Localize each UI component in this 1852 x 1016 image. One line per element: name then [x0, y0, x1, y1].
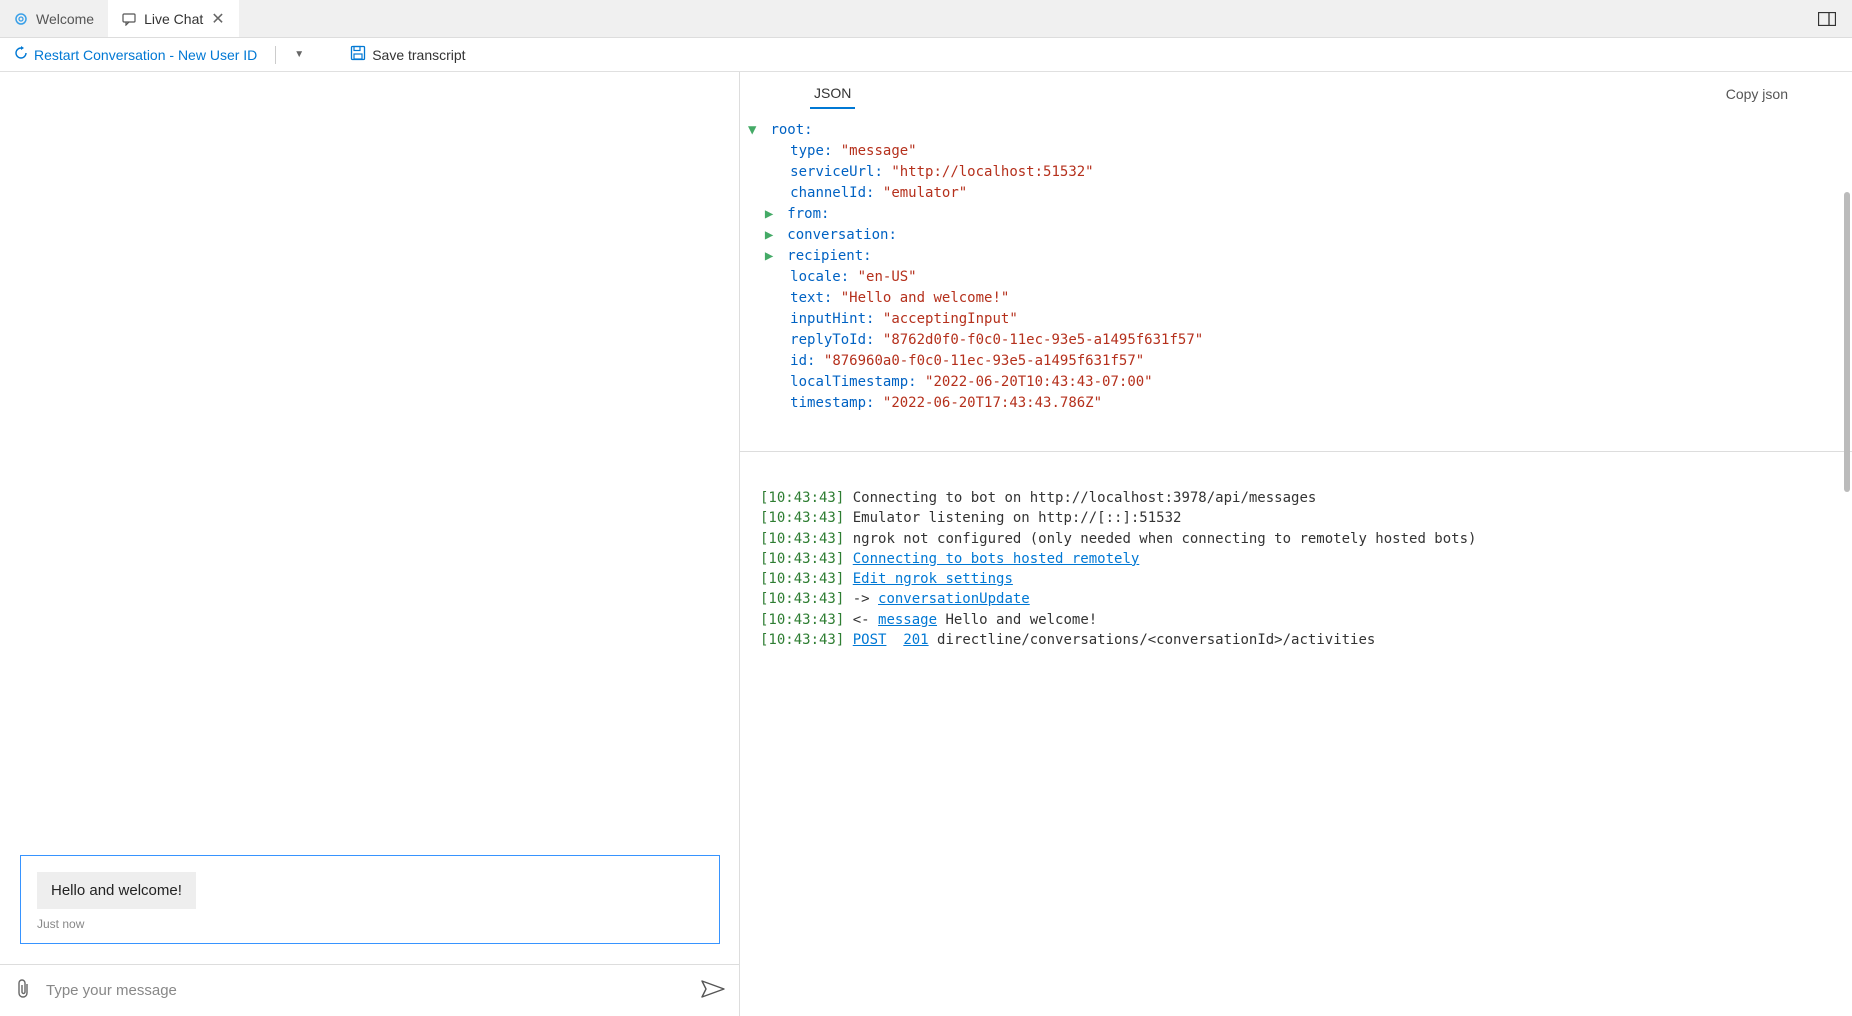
log-line: [10:43:43] <- message Hello and welcome!: [760, 610, 1832, 630]
caret-down-icon[interactable]: ▼: [748, 120, 762, 141]
log-line: [10:43:43] ngrok not configured (only ne…: [760, 529, 1832, 549]
tab-label: Live Chat: [144, 11, 203, 27]
log-link[interactable]: message: [878, 612, 937, 628]
save-transcript-button[interactable]: Save transcript: [350, 45, 465, 64]
log-text: Hello and welcome!: [937, 612, 1097, 628]
json-viewer[interactable]: ▼ root: type: "message" serviceUrl: "htt…: [740, 116, 1852, 452]
tab-live-chat[interactable]: Live Chat ✕: [108, 0, 239, 37]
tab-welcome[interactable]: Welcome: [0, 0, 108, 37]
log-text: Emulator listening on http://[::]:51532: [844, 510, 1181, 526]
restart-label: Restart Conversation - New User ID: [34, 47, 257, 63]
log-line: [10:43:43] POST 201 directline/conversat…: [760, 630, 1832, 650]
log-link[interactable]: Edit ngrok settings: [853, 571, 1013, 587]
log-timestamp: [10:43:43]: [760, 490, 844, 506]
chevron-down-icon[interactable]: ▼: [294, 49, 304, 60]
save-icon: [350, 45, 366, 64]
inspector-column: JSON Copy json ▼ root: type: "message" s…: [740, 72, 1852, 1016]
log-timestamp: [10:43:43]: [760, 612, 844, 628]
message-timestamp: Just now: [37, 917, 703, 931]
log-link[interactable]: POST: [853, 632, 887, 648]
log-panel[interactable]: [10:43:43] Connecting to bot on http://l…: [740, 452, 1852, 1016]
log-link[interactable]: conversationUpdate: [878, 591, 1030, 607]
log-link[interactable]: 201: [903, 632, 928, 648]
log-text: [886, 632, 903, 648]
toolbar: Restart Conversation - New User ID ▼ Sav…: [0, 38, 1852, 72]
log-timestamp: [10:43:43]: [760, 591, 844, 607]
chat-column: Hello and welcome! Just now: [0, 72, 740, 1016]
log-text: Connecting to bot on http://localhost:39…: [844, 490, 1316, 506]
restart-conversation-button[interactable]: Restart Conversation - New User ID: [14, 46, 257, 63]
composer: [0, 964, 739, 1016]
tab-bar: Welcome Live Chat ✕: [0, 0, 1852, 38]
caret-right-icon[interactable]: ▶: [765, 204, 779, 225]
refresh-icon: [14, 46, 28, 63]
json-header: JSON Copy json: [740, 72, 1852, 116]
log-text: <-: [844, 612, 878, 628]
log-line: [10:43:43] Connecting to bots hosted rem…: [760, 549, 1832, 569]
log-line: [10:43:43] Emulator listening on http://…: [760, 508, 1832, 528]
divider: [275, 46, 276, 64]
chat-history: Hello and welcome! Just now: [0, 72, 739, 964]
log-text: ngrok not configured (only needed when c…: [844, 531, 1476, 547]
log-timestamp: [10:43:43]: [760, 551, 844, 567]
log-line: [10:43:43] -> conversationUpdate: [760, 589, 1832, 609]
log-text: ->: [844, 591, 878, 607]
log-text: directline/conversations/<conversationId…: [929, 632, 1376, 648]
log-timestamp: [10:43:43]: [760, 571, 844, 587]
send-icon[interactable]: [701, 980, 725, 1001]
json-tab[interactable]: JSON: [810, 79, 855, 109]
copy-json-button[interactable]: Copy json: [1726, 86, 1828, 102]
log-text: [844, 632, 852, 648]
log-line: [10:43:43] Edit ngrok settings: [760, 569, 1832, 589]
save-label: Save transcript: [372, 47, 465, 63]
log-timestamp: [10:43:43]: [760, 531, 844, 547]
attachment-icon[interactable]: [14, 978, 32, 1003]
scrollbar[interactable]: [1844, 192, 1850, 492]
log-text: [844, 571, 852, 587]
tab-label: Welcome: [36, 11, 94, 27]
circle-icon: [14, 12, 28, 26]
close-icon[interactable]: ✕: [211, 9, 224, 29]
chat-icon: [122, 12, 136, 26]
log-timestamp: [10:43:43]: [760, 632, 844, 648]
split-panel-icon[interactable]: [1802, 0, 1852, 37]
main: Hello and welcome! Just now JSON Copy js…: [0, 72, 1852, 1016]
log-timestamp: [10:43:43]: [760, 510, 844, 526]
log-line: [10:43:43] Connecting to bot on http://l…: [760, 488, 1832, 508]
message-card[interactable]: Hello and welcome! Just now: [20, 855, 720, 944]
caret-right-icon[interactable]: ▶: [765, 225, 779, 246]
message-bubble: Hello and welcome!: [37, 872, 196, 909]
message-input[interactable]: [46, 982, 687, 999]
log-link[interactable]: Connecting to bots hosted remotely: [853, 551, 1140, 567]
caret-right-icon[interactable]: ▶: [765, 246, 779, 267]
log-text: [844, 551, 852, 567]
